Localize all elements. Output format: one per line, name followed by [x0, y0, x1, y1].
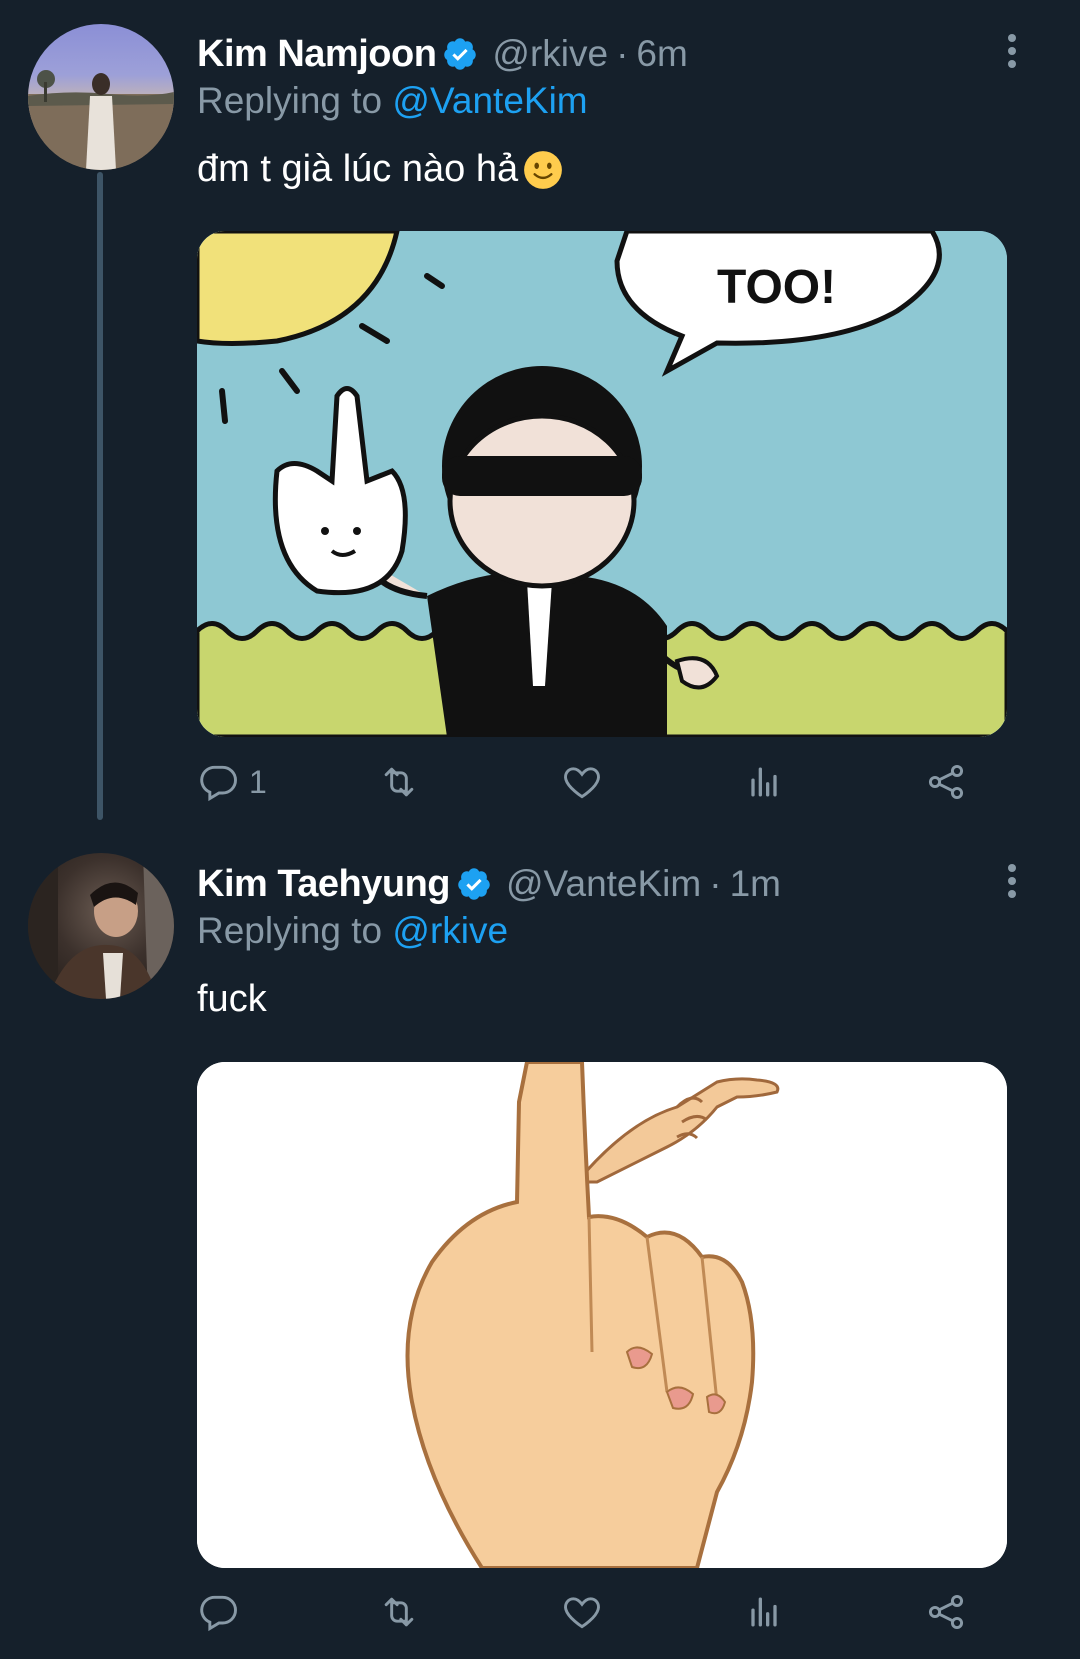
replying-to-link[interactable]: @rkive [392, 910, 508, 951]
tweet-text-content: đm t già lúc nào hả [197, 148, 519, 190]
reply-button[interactable] [197, 1587, 249, 1637]
tweet-text: fuck [197, 978, 267, 1021]
reply-button[interactable]: 1 [197, 757, 267, 807]
analytics-button[interactable] [742, 757, 786, 807]
share-button[interactable] [924, 757, 968, 807]
separator-dot: · [616, 33, 629, 74]
verified-badge-icon [444, 38, 477, 70]
timestamp[interactable]: 1m [730, 863, 781, 905]
tweet-header: Kim Namjoon @rkive · 6m [197, 28, 688, 80]
slightly-smiling-face-icon [524, 150, 562, 189]
tweet-taehyung[interactable]: Kim Taehyung @VanteKim · 1m Replying to … [0, 830, 1080, 1659]
replying-to: Replying to @rkive [197, 910, 508, 952]
more-options-icon[interactable] [1005, 32, 1017, 70]
tweet-text: đm t già lúc nào hả [197, 148, 564, 191]
retweet-button[interactable] [377, 1587, 421, 1637]
tweet-actions: 1 [197, 757, 1027, 807]
retweet-icon [384, 1597, 414, 1627]
more-options-icon[interactable] [1005, 862, 1017, 900]
tweet-media-image[interactable] [197, 1062, 1007, 1568]
retweet-icon [384, 767, 414, 797]
replying-prefix: Replying to [197, 80, 383, 121]
replying-prefix: Replying to [197, 910, 383, 951]
tweet-namjoon[interactable]: Kim Namjoon @rkive · 6m Replying to @Van… [0, 0, 1080, 830]
speech-bubble-text: TOO! [717, 261, 836, 314]
verified-badge-icon [458, 868, 490, 900]
handle[interactable]: @VanteKim [506, 863, 701, 905]
timestamp[interactable]: 6m [636, 33, 687, 75]
like-button[interactable] [560, 757, 604, 807]
separator-dot: · [709, 863, 722, 904]
share-button[interactable] [924, 1587, 968, 1637]
tweet-actions [197, 1587, 1027, 1637]
avatar[interactable] [28, 24, 174, 170]
avatar[interactable] [28, 853, 174, 999]
like-button[interactable] [560, 1587, 604, 1637]
tweet-header: Kim Taehyung @VanteKim · 1m [197, 858, 781, 910]
display-name[interactable]: Kim Namjoon [197, 33, 437, 76]
tweet-media-image[interactable]: TOO! [197, 231, 1007, 737]
analytics-icon [751, 1597, 777, 1627]
reply-icon [200, 765, 237, 802]
tweet-text-content: fuck [197, 978, 267, 1020]
replying-to: Replying to @VanteKim [197, 80, 588, 122]
handle[interactable]: @rkive [492, 33, 608, 75]
display-name[interactable]: Kim Taehyung [197, 863, 451, 906]
share-icon [928, 764, 964, 800]
reply-count: 1 [249, 763, 267, 800]
analytics-icon [751, 767, 777, 797]
heart-icon [564, 1597, 600, 1629]
analytics-button[interactable] [742, 1587, 786, 1637]
reply-icon [200, 1595, 237, 1632]
heart-icon [564, 767, 600, 799]
share-icon [928, 1594, 964, 1630]
retweet-button[interactable] [377, 757, 421, 807]
replying-to-link[interactable]: @VanteKim [392, 80, 587, 121]
